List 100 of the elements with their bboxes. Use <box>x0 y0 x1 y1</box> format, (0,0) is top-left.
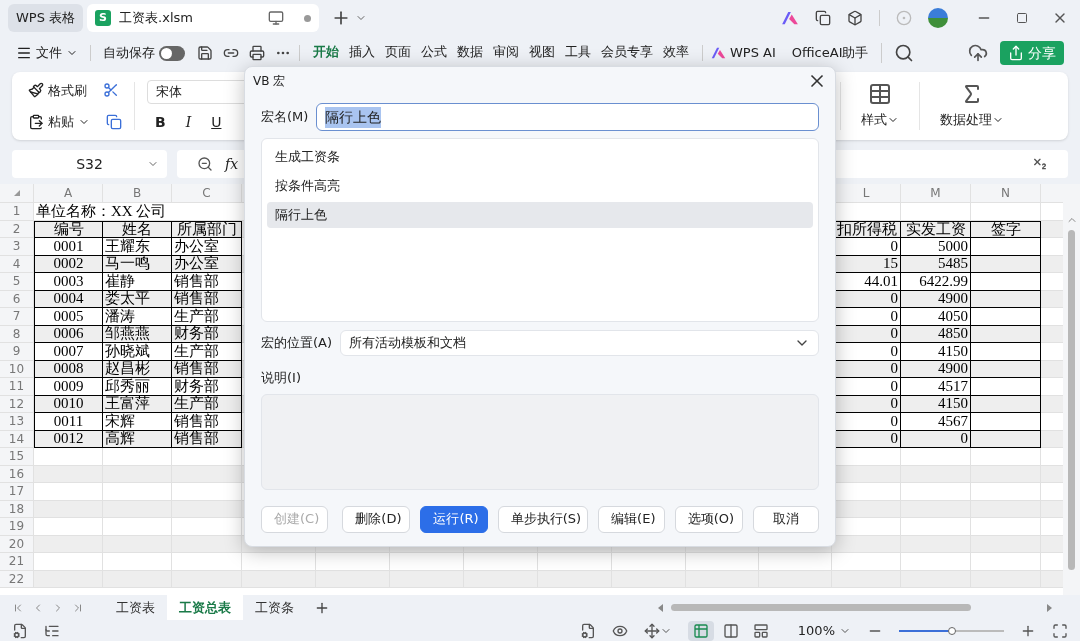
copy-icon[interactable] <box>106 113 122 130</box>
avatar[interactable] <box>928 8 948 28</box>
ribbon-tab[interactable]: 视图 <box>524 38 560 68</box>
table-cell: 生产部 <box>172 343 242 361</box>
table-cell: 0007 <box>34 343 103 361</box>
ai-logo-icon[interactable] <box>781 11 799 25</box>
function-label[interactable]: fx <box>225 153 239 175</box>
spreadsheet-icon: S <box>95 10 112 26</box>
data-processing-button[interactable]: 数据处理 <box>932 82 1012 130</box>
ribbon-tab[interactable]: 工具 <box>560 38 596 68</box>
document-tab[interactable]: S 工资表.xlsm <box>87 4 320 32</box>
dialog-button[interactable]: 运行(R) <box>420 505 488 533</box>
ai-logo-icon[interactable] <box>711 47 726 59</box>
table-cell: 销售部 <box>172 413 242 431</box>
table-cell: 潘涛 <box>103 308 172 326</box>
table-cell: 0011 <box>34 413 103 431</box>
sheet-tab[interactable]: 工资总表 <box>167 595 243 620</box>
save-icon[interactable] <box>197 45 213 61</box>
company-title: 单位名称：XX 公司 <box>36 203 167 219</box>
table-cell: 办公室 <box>172 238 242 256</box>
search-icon[interactable] <box>893 43 914 63</box>
columns-icon <box>722 622 739 639</box>
last-sheet-icon[interactable] <box>72 601 84 614</box>
dialog-button[interactable]: 编辑(E) <box>598 505 665 533</box>
monitor-icon[interactable] <box>268 10 285 26</box>
subscript-icon[interactable] <box>1032 156 1048 172</box>
file-menu[interactable]: 文件 <box>16 43 78 63</box>
zoom-out-icon[interactable] <box>197 156 213 172</box>
macro-item[interactable]: 隔行上色 <box>267 202 813 228</box>
table-cell: 生产部 <box>172 308 242 326</box>
column-letter[interactable]: N <box>1001 184 1010 202</box>
windows-icon[interactable] <box>815 10 831 26</box>
table-cell: 邱秀丽 <box>103 378 172 396</box>
description-label: 说明(I) <box>261 369 302 387</box>
table-cell: 5000 <box>901 238 971 256</box>
format-button[interactable]: B <box>155 111 166 133</box>
sheet-tab[interactable]: 工资条 <box>243 595 306 620</box>
wps-ai-button[interactable]: WPS AI <box>711 43 776 63</box>
paintbrush-icon <box>28 82 44 99</box>
column-letter[interactable]: B <box>132 184 142 202</box>
menu-icon <box>16 45 32 61</box>
table-cell: 0001 <box>34 238 103 256</box>
ribbon-tab[interactable]: 效率 <box>658 38 694 68</box>
ribbon-tab[interactable]: 页面 <box>380 38 416 68</box>
dialog-title: VB 宏 <box>253 73 286 90</box>
table-cell: 4150 <box>901 343 971 361</box>
column-heading: 编号 <box>34 220 103 238</box>
view-button[interactable] <box>687 620 714 641</box>
table-cell <box>971 273 1041 291</box>
sheet-tab[interactable]: 工资表 <box>104 595 167 620</box>
column-letter[interactable]: C <box>202 184 211 202</box>
scissors-icon[interactable] <box>103 82 119 99</box>
location-dropdown[interactable]: 所有活动模板和文档 <box>340 330 819 356</box>
zoom-level[interactable]: 100% <box>797 620 835 641</box>
cube-icon[interactable] <box>847 10 863 26</box>
share-icon <box>1008 45 1024 61</box>
dialog-button[interactable]: 取消 <box>753 505 819 533</box>
table-cell: 4517 <box>901 378 971 396</box>
cloud-upload-icon[interactable] <box>968 43 988 63</box>
format-button[interactable]: U <box>211 111 222 133</box>
ribbon-tab[interactable]: 公式 <box>416 38 452 68</box>
paste-button[interactable]: 粘贴 <box>28 112 90 132</box>
scroll-thumb[interactable] <box>1068 230 1075 570</box>
format-button[interactable]: I <box>185 111 192 133</box>
cell-name-box[interactable]: S32 <box>12 150 167 178</box>
ribbon-tab[interactable]: 审阅 <box>488 38 524 68</box>
table-cell: 崔静 <box>103 273 172 291</box>
ribbon-tab[interactable]: 数据 <box>452 38 488 68</box>
column-letter[interactable]: A <box>63 184 73 202</box>
table-cell <box>971 378 1041 396</box>
zoom-slider[interactable] <box>899 625 1004 636</box>
format-painter-button[interactable]: 格式刷 <box>28 80 87 100</box>
move-icon[interactable] <box>643 622 660 639</box>
assistant-button[interactable]: OfficeAI助手 <box>791 43 869 63</box>
first-sheet-icon[interactable] <box>12 601 24 614</box>
layout-icon <box>752 622 769 639</box>
fullscreen-icon[interactable] <box>1052 622 1068 639</box>
macro-icon[interactable] <box>12 622 28 639</box>
styles-button[interactable]: 样式 <box>853 82 907 130</box>
column-letter[interactable]: L <box>862 184 870 202</box>
clipboard-icon <box>28 113 44 130</box>
maximize-icon[interactable] <box>1016 12 1028 24</box>
macro-name-field[interactable]: 隔行上色 <box>316 103 819 131</box>
dialog-button[interactable]: 选项(O) <box>674 505 743 533</box>
table-cell: 0009 <box>34 378 103 396</box>
autosave-toggle[interactable] <box>159 45 185 61</box>
print-icon[interactable] <box>249 45 265 61</box>
table-icon <box>868 82 892 107</box>
app-tab[interactable]: WPS 表格 <box>8 4 84 32</box>
ribbon-tab[interactable]: 会员专享 <box>596 38 658 68</box>
table-cell: 4567 <box>901 413 971 431</box>
ribbon-tab[interactable]: 插入 <box>344 38 380 68</box>
macro-item[interactable]: 生成工资条 <box>267 144 813 170</box>
table-cell: 0003 <box>34 273 103 291</box>
dialog-button[interactable]: 删除(D) <box>342 505 411 533</box>
vertical-scrollbar[interactable] <box>1063 184 1080 595</box>
dialog-button[interactable]: 单步执行(S) <box>497 505 589 533</box>
column-letter[interactable]: M <box>930 184 941 202</box>
select-all-icon[interactable] <box>13 190 20 196</box>
macro-item[interactable]: 按条件高亮 <box>267 173 813 199</box>
